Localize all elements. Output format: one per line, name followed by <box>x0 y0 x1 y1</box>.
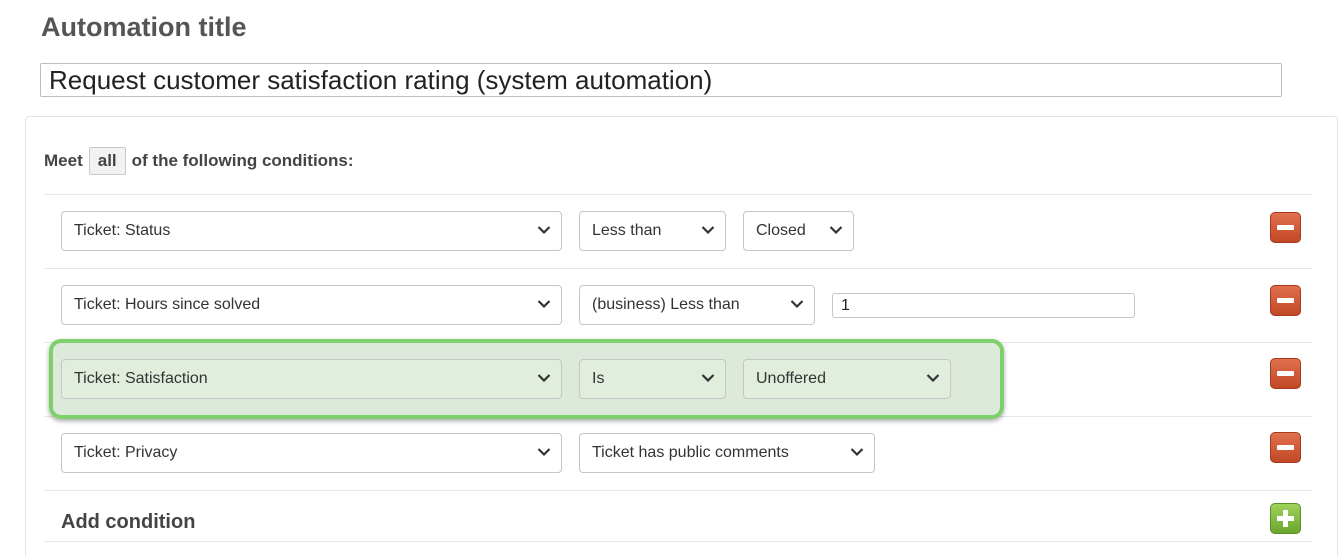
condition-operator-value: Ticket has public comments <box>592 444 789 461</box>
remove-condition-button[interactable] <box>1270 285 1301 316</box>
remove-condition-button[interactable] <box>1270 432 1301 463</box>
remove-condition-button[interactable] <box>1270 358 1301 389</box>
divider <box>44 541 1312 542</box>
remove-condition-button[interactable] <box>1270 212 1301 243</box>
add-condition-button[interactable] <box>1270 503 1301 534</box>
condition-operator-select[interactable]: Less than <box>579 211 726 251</box>
condition-value-text: Unoffered <box>756 370 826 387</box>
condition-field-select[interactable]: Ticket: Satisfaction <box>61 359 562 399</box>
automation-title-input[interactable]: Request customer satisfaction rating (sy… <box>40 63 1282 97</box>
chevron-down-icon <box>701 374 715 383</box>
condition-value-input[interactable]: 1 <box>832 293 1135 318</box>
condition-operator-value: (business) Less than <box>592 296 740 313</box>
chevron-down-icon <box>850 448 864 457</box>
automation-title-label: Automation title <box>41 12 247 42</box>
condition-field-value: Ticket: Satisfaction <box>74 370 208 387</box>
chevron-down-icon <box>790 300 804 309</box>
meet-suffix: of the following conditions: <box>131 150 354 170</box>
condition-operator-select[interactable]: (business) Less than <box>579 285 815 325</box>
meet-conditions-row: Meet all of the following conditions: <box>44 146 354 175</box>
meet-prefix: Meet <box>44 150 83 170</box>
condition-operator-value: Is <box>592 370 605 387</box>
chevron-down-icon <box>537 374 551 383</box>
condition-operator-select[interactable]: Ticket has public comments <box>579 433 875 473</box>
add-condition-label: Add condition <box>61 511 196 533</box>
condition-field-select[interactable]: Ticket: Hours since solved <box>61 285 562 325</box>
condition-value-text: Closed <box>756 222 806 239</box>
divider <box>44 490 1312 491</box>
condition-field-select[interactable]: Ticket: Privacy <box>61 433 562 473</box>
condition-field-value: Ticket: Hours since solved <box>74 296 261 313</box>
condition-field-value: Ticket: Status <box>74 222 171 239</box>
chevron-down-icon <box>829 226 843 235</box>
divider <box>44 194 1312 195</box>
divider <box>44 268 1312 269</box>
chevron-down-icon <box>701 226 715 235</box>
chevron-down-icon <box>537 300 551 309</box>
chevron-down-icon <box>537 226 551 235</box>
condition-field-select[interactable]: Ticket: Status <box>61 211 562 251</box>
chevron-down-icon <box>537 448 551 457</box>
condition-value-select[interactable]: Closed <box>743 211 854 251</box>
condition-value-select[interactable]: Unoffered <box>743 359 951 399</box>
condition-field-value: Ticket: Privacy <box>74 444 178 461</box>
meet-mode-select[interactable]: all <box>88 146 126 175</box>
chevron-down-icon <box>926 374 940 383</box>
condition-operator-value: Less than <box>592 222 662 239</box>
condition-operator-select[interactable]: Is <box>579 359 726 399</box>
